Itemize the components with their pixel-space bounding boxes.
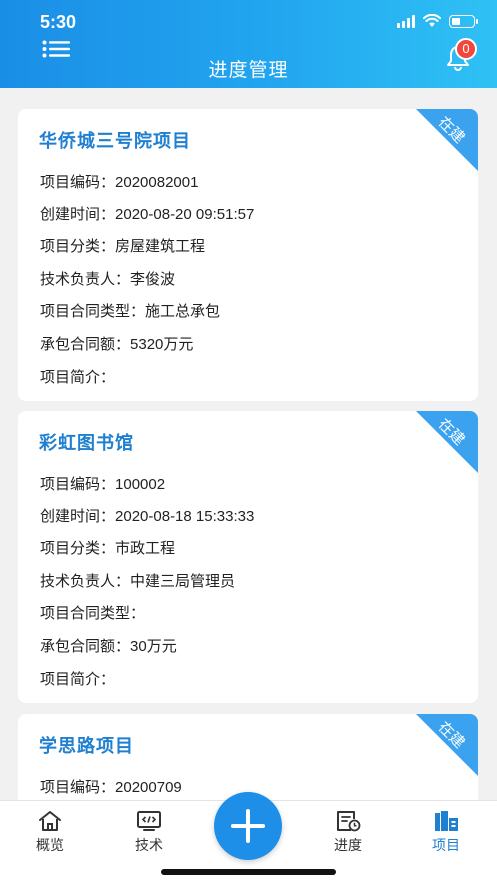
building-icon xyxy=(435,811,458,831)
status-icons xyxy=(397,14,478,28)
wifi-icon xyxy=(423,14,441,27)
app-header: 5:30 进度管理 0 xyxy=(0,0,497,88)
tab-progress[interactable]: 进度 xyxy=(318,809,378,855)
tab-label: 进度 xyxy=(334,837,362,853)
tab-label: 项目 xyxy=(432,837,460,853)
project-card[interactable]: 在建 学思路项目 项目编码：20200709 xyxy=(18,714,478,800)
project-list: 在建 华侨城三号院项目 项目编码：2020082001 创建时间：2020-08… xyxy=(0,88,497,800)
home-icon xyxy=(39,811,61,831)
contract-amount: 承包合同额：30万元 xyxy=(40,638,177,655)
contract-type: 项目合同类型： xyxy=(40,605,146,622)
created-time: 创建时间：2020-08-20 09:51:57 xyxy=(40,206,255,223)
project-title: 华侨城三号院项目 xyxy=(39,131,191,151)
project-card[interactable]: 在建 彩虹图书馆 项目编码：100002 创建时间：2020-08-18 15:… xyxy=(18,411,478,703)
signal-icon xyxy=(397,14,415,28)
schedule-icon xyxy=(337,811,361,832)
created-time: 创建时间：2020-08-18 15:33:33 xyxy=(40,508,255,525)
tab-projects[interactable]: 项目 xyxy=(416,809,476,855)
notification-button[interactable]: 0 xyxy=(445,38,477,72)
project-category: 项目分类：房屋建筑工程 xyxy=(40,238,206,255)
project-title: 学思路项目 xyxy=(39,736,134,756)
project-summary: 项目简介： xyxy=(40,671,116,688)
plus-icon xyxy=(231,809,265,843)
project-category: 项目分类：市政工程 xyxy=(40,540,176,557)
contract-amount: 承包合同额：5320万元 xyxy=(40,336,194,353)
tab-technology[interactable]: 技术 xyxy=(119,809,179,855)
tab-overview[interactable]: 概览 xyxy=(20,809,80,855)
project-summary: 项目简介： xyxy=(40,369,116,386)
status-time: 5:30 xyxy=(40,12,77,32)
project-card[interactable]: 在建 华侨城三号院项目 项目编码：2020082001 创建时间：2020-08… xyxy=(18,109,478,401)
battery-icon xyxy=(449,14,478,28)
home-indicator xyxy=(161,869,336,875)
technical-lead: 技术负责人：李俊波 xyxy=(40,271,176,288)
technical-lead: 技术负责人：中建三局管理员 xyxy=(40,573,236,590)
tab-label: 技术 xyxy=(135,837,163,853)
contract-type: 项目合同类型：施工总承包 xyxy=(40,303,221,320)
code-icon xyxy=(137,811,161,831)
project-code: 项目编码：2020082001 xyxy=(40,174,199,191)
project-code: 项目编码：20200709 xyxy=(40,779,182,796)
notification-badge: 0 xyxy=(455,38,477,60)
add-button[interactable] xyxy=(214,792,282,860)
page-title: 进度管理 xyxy=(208,60,289,81)
project-code: 项目编码：100002 xyxy=(40,476,166,493)
project-title: 彩虹图书馆 xyxy=(39,433,134,453)
tab-label: 概览 xyxy=(36,837,64,853)
